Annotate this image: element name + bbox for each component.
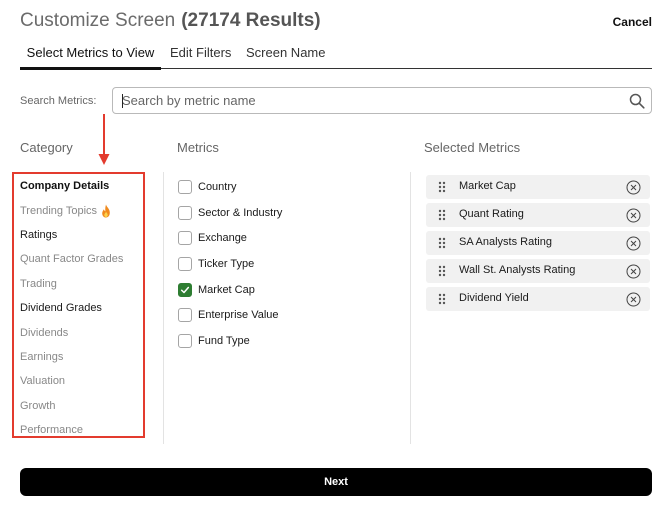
text-cursor: [122, 94, 123, 108]
drag-handle-icon[interactable]: [438, 265, 446, 277]
metric-checkbox[interactable]: [178, 333, 192, 348]
tab-edit-filters[interactable]: Edit Filters: [170, 44, 231, 69]
metric-label: Fund Type: [198, 334, 250, 347]
cancel-button[interactable]: Cancel: [613, 15, 652, 29]
tab-bar: Select Metrics to View Edit Filters Scre…: [20, 44, 652, 70]
metric-checkbox[interactable]: [178, 256, 192, 271]
category-label: Earnings: [20, 350, 64, 363]
next-button[interactable]: Next: [20, 468, 652, 496]
drag-handle-icon[interactable]: [438, 237, 446, 249]
remove-circle-icon[interactable]: [626, 180, 641, 195]
remove-circle-icon[interactable]: [626, 292, 641, 307]
search-label: Search Metrics:: [20, 95, 97, 107]
search-box: [112, 87, 652, 114]
selected-metric-label: SA Analysts Rating: [459, 236, 552, 248]
metric-checkbox[interactable]: [178, 179, 192, 194]
remove-circle-icon[interactable]: [626, 264, 641, 279]
category-item-valuation[interactable]: Valuation: [20, 369, 160, 393]
selected-metric-sa-analysts-rating[interactable]: SA Analysts Rating: [426, 231, 650, 255]
selected-metrics-heading: Selected Metrics: [424, 140, 521, 155]
selected-metric-market-cap[interactable]: Market Cap: [426, 175, 650, 199]
checkmark-icon: [180, 286, 190, 293]
remove-circle-icon[interactable]: [626, 208, 641, 223]
annotation-arrow-icon: [98, 114, 110, 165]
category-label: Trading: [20, 277, 57, 290]
category-label: Valuation: [20, 375, 66, 388]
selected-metric-label: Dividend Yield: [459, 292, 529, 304]
category-label: Dividend Grades: [20, 302, 102, 315]
remove-circle-icon[interactable]: [626, 236, 641, 251]
category-label: Company Details: [20, 180, 110, 193]
metric-item-enterprise-value[interactable]: Enterprise Value: [178, 302, 398, 328]
column-divider: [163, 172, 164, 444]
metric-item-market-cap[interactable]: Market Cap: [178, 277, 398, 303]
results-count: (27174 Results): [181, 10, 321, 31]
metric-label: Sector & Industry: [198, 206, 283, 219]
category-item-dividends[interactable]: Dividends: [20, 320, 160, 344]
metric-item-sector-industry[interactable]: Sector & Industry: [178, 200, 398, 226]
selected-metric-quant-rating[interactable]: Quant Rating: [426, 203, 650, 227]
category-label: Ratings: [20, 228, 58, 241]
metric-label: Exchange: [198, 232, 247, 245]
category-label: Quant Factor Grades: [20, 253, 124, 266]
selected-metric-label: Market Cap: [459, 180, 516, 192]
category-item-trending-topics[interactable]: Trending Topics: [20, 198, 160, 222]
tab-screen-name[interactable]: Screen Name: [246, 44, 325, 69]
category-label: Performance: [20, 424, 83, 437]
selected-metrics-list: Market Cap Quant Rating SA Analysts Rating…: [426, 175, 650, 315]
category-heading: Category: [20, 140, 73, 155]
selected-metric-label: Quant Rating: [459, 208, 524, 220]
metric-item-country[interactable]: Country: [178, 174, 398, 200]
metric-checkbox[interactable]: [178, 205, 192, 220]
metric-label: Enterprise Value: [198, 309, 279, 322]
metric-checkbox[interactable]: [178, 308, 192, 323]
metric-item-fund-type[interactable]: Fund Type: [178, 328, 398, 354]
drag-handle-icon[interactable]: [438, 181, 446, 193]
category-item-company-details[interactable]: Company Details: [20, 174, 160, 198]
metric-item-ticker-type[interactable]: Ticker Type: [178, 251, 398, 277]
category-item-growth[interactable]: Growth: [20, 394, 160, 418]
drag-handle-icon[interactable]: [438, 293, 446, 305]
column-divider: [410, 172, 411, 444]
selected-metric-wall-st-analysts-rating[interactable]: Wall St. Analysts Rating: [426, 259, 650, 283]
metrics-heading: Metrics: [177, 140, 219, 155]
category-list: Company Details Trending Topics Ratings Qua…: [20, 174, 160, 442]
selected-metric-dividend-yield[interactable]: Dividend Yield: [426, 287, 650, 311]
category-item-trading[interactable]: Trading: [20, 272, 160, 296]
category-item-quant-factor-grades[interactable]: Quant Factor Grades: [20, 247, 160, 271]
tab-select-metrics[interactable]: Select Metrics to View: [20, 44, 161, 70]
category-label: Trending Topics: [20, 204, 98, 217]
metric-label: Market Cap: [198, 283, 255, 296]
metric-label: Country: [198, 180, 237, 193]
header: Customize Screen (27174 Results) Cancel: [20, 10, 652, 36]
category-label: Growth: [20, 399, 56, 412]
metric-label: Ticker Type: [198, 257, 255, 270]
selected-metric-label: Wall St. Analysts Rating: [459, 264, 576, 276]
metric-checkbox[interactable]: [178, 282, 192, 297]
search-input[interactable]: [113, 88, 613, 113]
page-title: Customize Screen (27174 Results): [20, 10, 321, 32]
category-item-ratings[interactable]: Ratings: [20, 223, 160, 247]
metric-list: Country Sector & Industry Exchange Ticker T…: [178, 174, 398, 354]
category-label: Dividends: [20, 326, 69, 339]
metric-item-exchange[interactable]: Exchange: [178, 225, 398, 251]
drag-handle-icon[interactable]: [438, 209, 446, 221]
metric-checkbox[interactable]: [178, 231, 192, 246]
title-text: Customize Screen: [20, 10, 176, 31]
search-icon[interactable]: [629, 93, 645, 109]
category-item-performance[interactable]: Performance: [20, 418, 160, 442]
category-item-dividend-grades[interactable]: Dividend Grades: [20, 296, 160, 320]
fire-icon: [102, 204, 110, 218]
category-item-earnings[interactable]: Earnings: [20, 345, 160, 369]
